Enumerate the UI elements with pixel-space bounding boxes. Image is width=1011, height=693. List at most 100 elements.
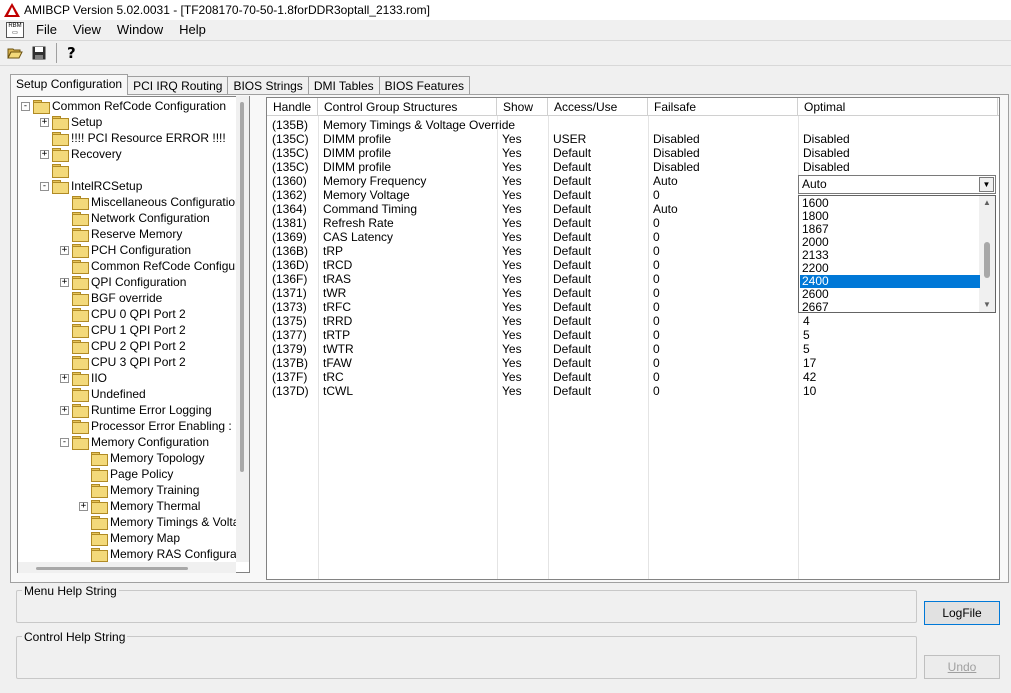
tree-item[interactable]: - Common RefCode Configuration (21, 98, 226, 114)
help-icon[interactable]: ? (61, 42, 83, 64)
tree-item-label: BGF override (91, 291, 163, 305)
table-row[interactable]: (137B) tFAW Yes Default 0 17 (267, 356, 999, 370)
menu-file[interactable]: File (28, 22, 65, 37)
tree-item[interactable]: Page Policy (79, 466, 173, 482)
tree-item[interactable]: + QPI Configuration (60, 274, 186, 290)
table-row[interactable]: (135C) DIMM profile Yes Default Disabled Disa… (267, 146, 999, 160)
tree-item[interactable]: !!!! PCI Resource ERROR !!!! (40, 130, 226, 146)
table-cell: Yes (502, 370, 522, 384)
tree-item[interactable]: CPU 2 QPI Port 2 (60, 338, 186, 354)
document-system-icon[interactable]: RBM ▭ (6, 21, 24, 38)
tree-item[interactable]: Common RefCode Configurati (60, 258, 249, 274)
column-header[interactable]: Control Group Structures (318, 98, 497, 116)
column-header[interactable]: Show (497, 98, 548, 116)
tree-item[interactable]: Network Configuration (60, 210, 210, 226)
table-row[interactable]: (137D) tCWL Yes Default 0 10 (267, 384, 999, 398)
tab-bios-features[interactable]: BIOS Features (378, 76, 470, 95)
table-cell: (135B) (272, 118, 309, 132)
table-cell: tWR (323, 286, 347, 300)
scroll-down-icon[interactable]: ▼ (979, 298, 995, 312)
tree-item[interactable]: + IIO (60, 370, 107, 386)
table-row[interactable]: (1377) tRTP Yes Default 0 5 (267, 328, 999, 342)
tree-item[interactable]: CPU 1 QPI Port 2 (60, 322, 186, 338)
table-cell: Yes (502, 258, 522, 272)
chevron-down-icon[interactable]: ▼ (979, 177, 994, 192)
menu-window[interactable]: Window (109, 22, 171, 37)
tree-item[interactable]: + Setup (40, 114, 102, 130)
tree-item[interactable]: + Memory Thermal (79, 498, 200, 514)
scroll-up-icon[interactable]: ▲ (979, 196, 995, 210)
expand-icon[interactable]: + (60, 405, 69, 415)
table-cell: 0 (653, 328, 660, 342)
tree-item[interactable]: CPU 0 QPI Port 2 (60, 306, 186, 322)
table-cell: (135C) (272, 146, 309, 160)
table-row[interactable]: (137F) tRC Yes Default 0 42 (267, 370, 999, 384)
tree-vertical-scrollbar[interactable] (236, 96, 249, 562)
folder-icon (72, 404, 89, 418)
tree-item[interactable]: CPU 3 QPI Port 2 (60, 354, 186, 370)
table-cell: Yes (502, 230, 522, 244)
tree-item[interactable]: Memory Timings & Voltage (79, 514, 250, 530)
tab-strip: Setup Configuration PCI IRQ Routing BIOS… (10, 74, 470, 95)
tab-pci-irq-routing[interactable]: PCI IRQ Routing (127, 76, 229, 95)
tree-item[interactable]: - Memory Configuration (60, 434, 209, 450)
table-cell: 0 (653, 384, 660, 398)
tree-item[interactable]: Memory Training (79, 482, 199, 498)
tree-item[interactable]: + Recovery (40, 146, 122, 162)
tree-item[interactable]: Undefined (60, 386, 146, 402)
menu-view[interactable]: View (65, 22, 109, 37)
undo-button[interactable]: Undo (924, 655, 1000, 679)
scroll-thumb[interactable] (984, 242, 990, 278)
collapse-icon[interactable]: - (21, 101, 30, 111)
optimal-value-combo[interactable]: Auto ▼ (798, 175, 996, 194)
table-row[interactable]: (1375) tRRD Yes Default 0 4 (267, 314, 999, 328)
table-cell: Memory Voltage (323, 188, 410, 202)
tree-item[interactable]: BGF override (60, 290, 162, 306)
scroll-thumb[interactable] (36, 567, 188, 570)
tree-horizontal-scrollbar[interactable] (18, 562, 236, 573)
table-cell: 0 (653, 300, 660, 314)
expand-icon[interactable]: + (60, 277, 69, 287)
setup-tree[interactable]: - Common RefCode Configuration + Setup!!!! … (17, 96, 250, 573)
save-icon[interactable] (28, 42, 50, 64)
tree-item[interactable]: + Runtime Error Logging (60, 402, 212, 418)
tree-item-label: !!!! PCI Resource ERROR !!!! (71, 131, 226, 145)
open-folder-icon[interactable] (4, 42, 26, 64)
expand-icon[interactable]: + (60, 373, 69, 383)
column-header[interactable]: Access/Use (548, 98, 648, 116)
collapse-icon[interactable]: - (60, 437, 69, 447)
expand-icon[interactable]: + (40, 149, 49, 159)
tree-item[interactable]: Memory Topology (79, 450, 205, 466)
table-row[interactable]: (135C) DIMM profile Yes USER Disabled Disable… (267, 132, 999, 146)
table-row[interactable]: (1379) tWTR Yes Default 0 5 (267, 342, 999, 356)
tree-item[interactable]: + PCH Configuration (60, 242, 191, 258)
tab-bios-strings[interactable]: BIOS Strings (227, 76, 309, 95)
dropdown-option[interactable]: 2667 (800, 301, 980, 313)
tree-item[interactable]: Memory RAS Configuratio (79, 546, 249, 562)
table-cell: (1377) (272, 328, 307, 342)
tab-dmi-tables[interactable]: DMI Tables (307, 76, 380, 95)
list-scrollbar[interactable]: ▲ ▼ (979, 196, 995, 312)
expand-icon[interactable]: + (60, 245, 69, 255)
tree-item[interactable]: Memory Map (79, 530, 180, 546)
column-header[interactable]: Optimal (798, 98, 998, 116)
tree-item[interactable]: Miscellaneous Configuration (60, 194, 242, 210)
table-cell: tFAW (323, 356, 352, 370)
expand-icon[interactable]: + (79, 501, 88, 511)
table-row[interactable]: (135B) Memory Timings & Voltage Override (267, 118, 999, 132)
column-header[interactable]: Failsafe (648, 98, 798, 116)
expand-icon[interactable]: + (40, 117, 49, 127)
tree-item[interactable]: - IntelRCSetup (40, 178, 142, 194)
tree-item[interactable]: Reserve Memory (60, 226, 182, 242)
table-row[interactable]: (135C) DIMM profile Yes Default Disabled Disa… (267, 160, 999, 174)
logfile-button[interactable]: LogFile (924, 601, 1000, 625)
frequency-options-list[interactable]: ▲ ▼ 1600 1800 1867 2000 2133 2200 2400 2600 2667 (798, 195, 996, 313)
tree-item[interactable]: Processor Error Enabling : (60, 418, 232, 434)
tree-item[interactable] (40, 162, 71, 178)
scroll-thumb[interactable] (240, 102, 244, 472)
menu-help[interactable]: Help (171, 22, 214, 37)
tree-item-label: Memory Timings & Voltage (110, 515, 250, 529)
collapse-icon[interactable]: - (40, 181, 49, 191)
column-header[interactable]: Handle (267, 98, 318, 116)
tab-setup-configuration[interactable]: Setup Configuration (10, 74, 129, 95)
